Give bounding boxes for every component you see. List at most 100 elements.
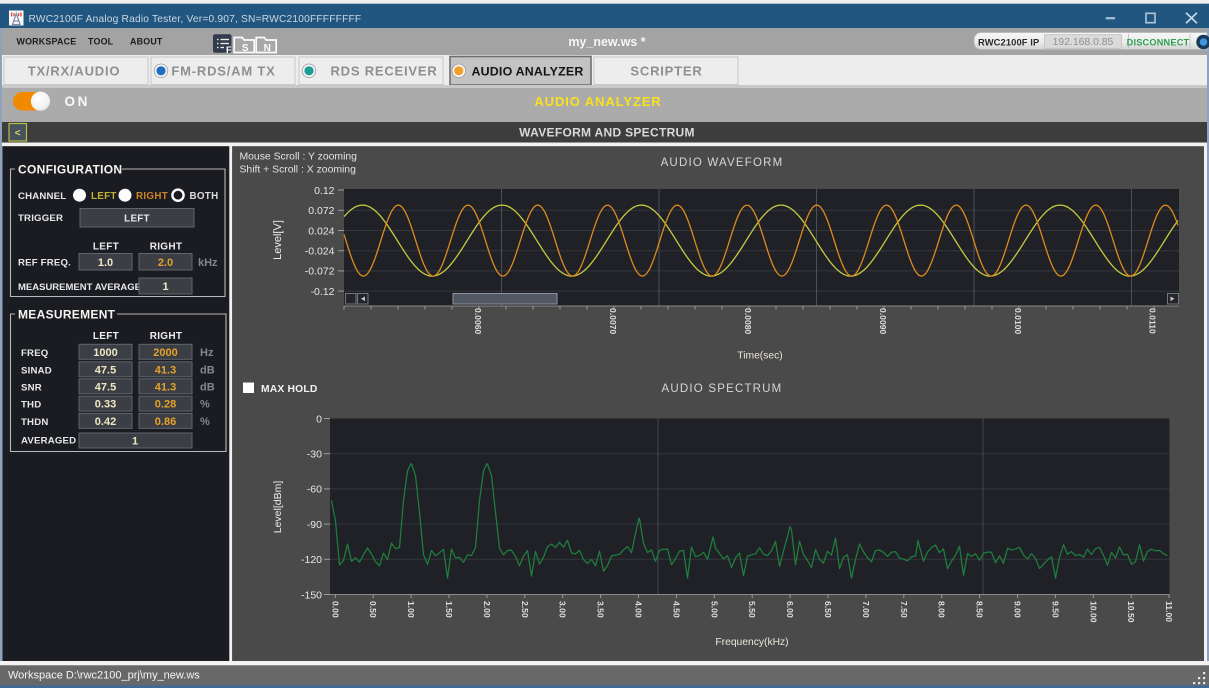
- svg-text:0: 0: [316, 413, 322, 425]
- svg-text:192.168.0.85: 192.168.0.85: [1053, 37, 1114, 48]
- svg-text:AUDIO ANALYZER: AUDIO ANALYZER: [471, 64, 583, 78]
- svg-text:1000: 1000: [93, 347, 117, 359]
- svg-text:SNR: SNR: [21, 382, 42, 393]
- svg-text:Time(sec): Time(sec): [737, 351, 782, 362]
- svg-text:1.0: 1.0: [98, 257, 113, 269]
- svg-text:-150: -150: [301, 589, 322, 601]
- svg-text:-0.024: -0.024: [305, 246, 335, 258]
- svg-text:ON: ON: [65, 94, 90, 109]
- svg-text:8.50: 8.50: [975, 601, 985, 618]
- svg-text:AUDIO WAVEFORM: AUDIO WAVEFORM: [661, 157, 784, 169]
- svg-text:THD: THD: [21, 400, 41, 411]
- svg-text:AUDIO ANALYZER: AUDIO ANALYZER: [534, 94, 661, 109]
- svg-text:Frequency(kHz): Frequency(kHz): [715, 637, 788, 648]
- svg-text:my_new.ws *: my_new.ws *: [568, 35, 645, 49]
- svg-text:0.0100: 0.0100: [1013, 308, 1023, 335]
- svg-text:LEFT: LEFT: [124, 214, 150, 225]
- svg-text:RWC2100F Analog Radio Tester,: RWC2100F Analog Radio Tester, Ver=0.907,…: [29, 14, 362, 25]
- svg-text:5.50: 5.50: [747, 601, 757, 618]
- svg-text:0.0090: 0.0090: [878, 308, 888, 335]
- svg-text:RIGHT: RIGHT: [150, 331, 183, 342]
- svg-text:%: %: [200, 399, 210, 411]
- svg-text:AUDIO SPECTRUM: AUDIO SPECTRUM: [662, 383, 783, 395]
- svg-text:RWC2100F IP: RWC2100F IP: [978, 37, 1039, 48]
- svg-text:N: N: [264, 43, 271, 54]
- svg-text:WAVEFORM AND SPECTRUM: WAVEFORM AND SPECTRUM: [519, 126, 695, 140]
- svg-text:BOTH: BOTH: [190, 191, 219, 202]
- svg-text:0.28: 0.28: [155, 399, 176, 411]
- svg-text:4.00: 4.00: [634, 601, 644, 618]
- svg-text:CONFIGURATION: CONFIGURATION: [18, 163, 122, 177]
- svg-text:dB: dB: [200, 364, 215, 376]
- svg-text:5.00: 5.00: [709, 601, 719, 618]
- svg-text:Hz: Hz: [200, 347, 214, 359]
- svg-text:0.42: 0.42: [95, 416, 116, 428]
- svg-text:-0.12: -0.12: [311, 286, 335, 298]
- svg-text:10.50: 10.50: [1126, 601, 1136, 623]
- svg-text:kHz: kHz: [198, 257, 218, 269]
- svg-text:F: F: [226, 45, 232, 55]
- svg-text:0.12: 0.12: [314, 185, 335, 197]
- svg-text:TOOL: TOOL: [88, 37, 114, 47]
- svg-text:0.33: 0.33: [95, 399, 116, 411]
- svg-text:TRIGGER: TRIGGER: [18, 213, 63, 224]
- svg-text:0.50: 0.50: [368, 601, 378, 618]
- svg-text:8.00: 8.00: [937, 601, 947, 618]
- svg-text:11.00: 11.00: [1164, 601, 1174, 622]
- svg-text:41.3: 41.3: [155, 364, 176, 376]
- svg-text:FREQ: FREQ: [21, 348, 49, 359]
- svg-text:4.50: 4.50: [671, 601, 681, 618]
- svg-text:MEASUREMENT: MEASUREMENT: [18, 308, 116, 322]
- svg-text:THDN: THDN: [21, 417, 48, 428]
- svg-text:LEFT: LEFT: [93, 242, 119, 253]
- svg-text:6.00: 6.00: [785, 601, 795, 618]
- svg-text:6.50: 6.50: [823, 601, 833, 618]
- svg-text:MAX HOLD: MAX HOLD: [261, 384, 318, 395]
- svg-text:0.024: 0.024: [308, 225, 334, 237]
- svg-text:1: 1: [162, 281, 168, 293]
- svg-text:10.00: 10.00: [1088, 601, 1098, 623]
- svg-text:Workspace D:\rwc2100_prj\my_n: Workspace D:\rwc2100_prj\my_new.ws: [8, 670, 200, 682]
- svg-text:Level[dBm]: Level[dBm]: [272, 481, 284, 534]
- svg-text:SCRIPTER: SCRIPTER: [630, 63, 702, 78]
- svg-text:dB: dB: [200, 381, 215, 393]
- svg-text:S: S: [242, 43, 249, 54]
- svg-text:LEFT: LEFT: [93, 331, 119, 342]
- svg-text:FM-RDS/AM TX: FM-RDS/AM TX: [171, 63, 275, 78]
- svg-text:7.50: 7.50: [899, 601, 909, 618]
- svg-text:MEASUREMENT AVERAGE: MEASUREMENT AVERAGE: [18, 282, 141, 293]
- svg-text:LEFT: LEFT: [91, 191, 117, 202]
- svg-text:1.50: 1.50: [444, 601, 454, 618]
- svg-text:WORKSPACE: WORKSPACE: [17, 37, 77, 47]
- svg-text:9.50: 9.50: [1050, 601, 1060, 618]
- svg-text:0.0070: 0.0070: [608, 308, 618, 335]
- svg-text:2.00: 2.00: [482, 601, 492, 618]
- svg-text:AVERAGED: AVERAGED: [21, 436, 76, 447]
- svg-text:3.50: 3.50: [596, 601, 606, 618]
- svg-text:%: %: [200, 416, 210, 428]
- svg-text:-30: -30: [307, 449, 322, 461]
- svg-text:DISCONNECT: DISCONNECT: [1127, 38, 1190, 48]
- svg-text:-60: -60: [307, 484, 322, 496]
- svg-text:47.5: 47.5: [95, 364, 116, 376]
- svg-text:47.5: 47.5: [95, 381, 116, 393]
- svg-text:-90: -90: [307, 519, 322, 531]
- svg-text:41.3: 41.3: [155, 381, 176, 393]
- svg-text:TX/RX/AUDIO: TX/RX/AUDIO: [28, 63, 121, 78]
- svg-text:-120: -120: [301, 554, 322, 566]
- svg-text:2.0: 2.0: [158, 257, 173, 269]
- svg-text:SINAD: SINAD: [21, 365, 52, 376]
- svg-text:7.00: 7.00: [861, 601, 871, 618]
- svg-text:2000: 2000: [153, 347, 177, 359]
- svg-text:1.00: 1.00: [406, 601, 416, 618]
- svg-text:0.0080: 0.0080: [743, 308, 753, 335]
- svg-text:0.0060: 0.0060: [473, 308, 483, 335]
- svg-text:Level[V]: Level[V]: [272, 220, 284, 260]
- svg-text:3.00: 3.00: [558, 601, 568, 618]
- svg-text:2.50: 2.50: [520, 601, 530, 618]
- svg-text:-0.072: -0.072: [305, 266, 335, 278]
- svg-text:0.00: 0.00: [330, 601, 340, 618]
- svg-text:0.86: 0.86: [155, 416, 176, 428]
- svg-text:CHANNEL: CHANNEL: [18, 191, 66, 202]
- svg-text:<: <: [15, 128, 21, 139]
